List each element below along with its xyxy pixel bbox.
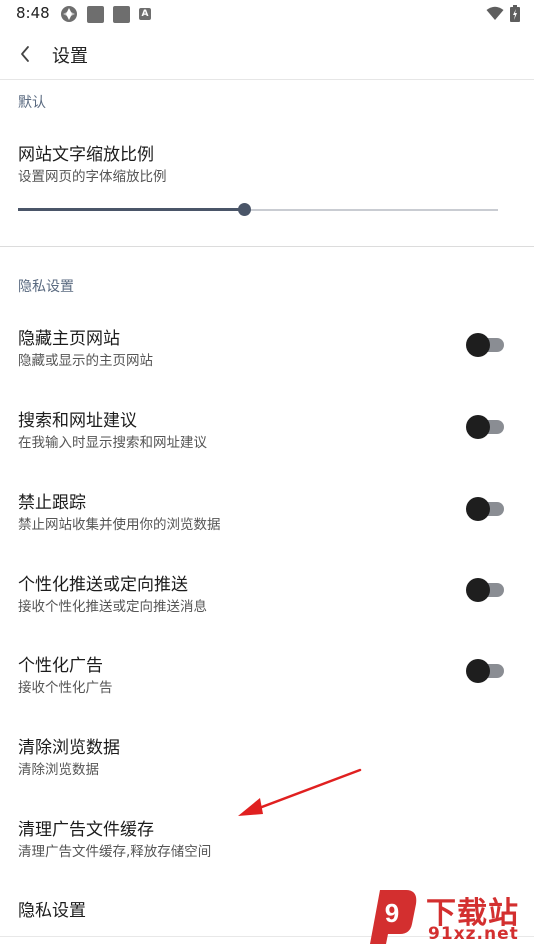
- setting-title: 搜索和网址建议: [18, 411, 137, 431]
- setting-title: 禁止跟踪: [18, 493, 86, 513]
- setting-title: 个性化广告: [18, 656, 103, 676]
- slider-thumb[interactable]: [238, 203, 251, 216]
- hide-home-sites-toggle[interactable]: [466, 333, 506, 357]
- setting-title: 隐私设置: [18, 901, 86, 921]
- watermark: 9 下载站 91xz.net: [362, 884, 532, 948]
- section-divider: [0, 246, 534, 247]
- setting-title: 隐藏主页网站: [18, 329, 120, 349]
- notification-icon: [87, 5, 104, 23]
- do-not-track-toggle[interactable]: [466, 497, 506, 521]
- watermark-logo-text: 9: [385, 898, 399, 928]
- setting-subtitle: 清除浏览数据: [18, 762, 99, 778]
- font-scale-subtitle: 设置网页的字体缩放比例: [18, 169, 167, 185]
- watermark-logo-icon: 9: [370, 890, 417, 944]
- setting-subtitle: 接收个性化广告: [18, 680, 113, 696]
- setting-subtitle: 清理广告文件缓存,释放存储空间: [18, 844, 212, 860]
- font-scale-title: 网站文字缩放比例: [18, 145, 154, 165]
- watermark-url: 91xz.net: [428, 924, 519, 944]
- setting-subtitle: 在我输入时显示搜索和网址建议: [18, 435, 207, 451]
- setting-title: 清理广告文件缓存: [18, 820, 154, 840]
- toggle-thumb: [466, 497, 490, 521]
- back-button[interactable]: [10, 40, 40, 68]
- wifi-icon: [486, 6, 504, 20]
- setting-subtitle: 禁止网站收集并使用你的浏览数据: [18, 517, 221, 533]
- status-icons-right: [486, 5, 520, 22]
- slider-fill: [18, 208, 244, 211]
- notification-icon: [113, 5, 130, 23]
- font-scale-slider[interactable]: [18, 202, 498, 218]
- search-suggestions-toggle[interactable]: [466, 415, 506, 439]
- setting-title: 清除浏览数据: [18, 738, 120, 758]
- chevron-left-icon: [21, 46, 29, 62]
- app-bar: 设置: [0, 28, 534, 80]
- status-icons-left: A: [60, 5, 151, 23]
- setting-subtitle: 接收个性化推送或定向推送消息: [18, 599, 207, 615]
- status-bar: 8:48 A: [0, 0, 534, 28]
- toggle-thumb: [466, 333, 490, 357]
- app-icon: [61, 6, 77, 22]
- annotation-arrow-icon: [238, 768, 362, 816]
- section-header-privacy: 隐私设置: [18, 279, 74, 295]
- toggle-thumb: [466, 659, 490, 683]
- a-badge-icon: A: [139, 8, 151, 20]
- section-header-default: 默认: [18, 95, 46, 111]
- setting-subtitle: 隐藏或显示的主页网站: [18, 353, 153, 369]
- toggle-thumb: [466, 578, 490, 602]
- battery-icon: [510, 5, 520, 22]
- setting-title: 个性化推送或定向推送: [18, 575, 188, 595]
- status-time: 8:48: [16, 4, 50, 22]
- personalized-push-toggle[interactable]: [466, 578, 506, 602]
- page-title: 设置: [52, 46, 88, 67]
- personalized-ads-toggle[interactable]: [466, 659, 506, 683]
- toggle-thumb: [466, 415, 490, 439]
